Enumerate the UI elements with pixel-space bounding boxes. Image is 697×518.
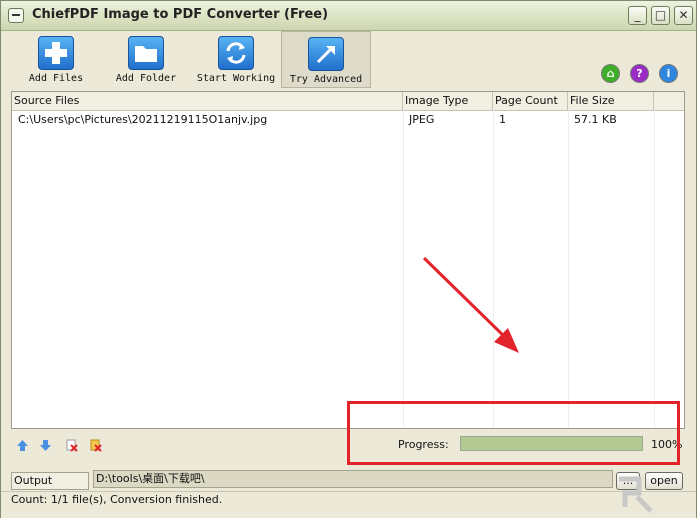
red-arrow-annotation bbox=[422, 256, 519, 353]
minimize-button[interactable]: _ bbox=[628, 6, 647, 25]
system-menu-icon[interactable] bbox=[8, 8, 24, 23]
red-highlight-box bbox=[347, 401, 680, 465]
output-folder-label: Output Folder: bbox=[11, 472, 89, 503]
move-down-icon[interactable] bbox=[39, 437, 52, 451]
start-working-button[interactable]: Start Working bbox=[191, 31, 281, 88]
clear-all-icon[interactable] bbox=[89, 437, 102, 452]
advanced-arrow-icon bbox=[308, 37, 344, 71]
window-title: ChiefPDF Image to PDF Converter (Free) bbox=[32, 7, 329, 22]
refresh-icon bbox=[218, 36, 254, 70]
home-icon[interactable]: ⌂ bbox=[601, 64, 620, 83]
add-folder-label: Add Folder bbox=[115, 73, 177, 84]
maximize-button[interactable]: □ bbox=[651, 6, 670, 25]
add-folder-button[interactable]: Add Folder bbox=[101, 31, 191, 88]
move-up-icon[interactable] bbox=[16, 437, 29, 451]
close-button[interactable]: ✕ bbox=[674, 6, 693, 25]
remove-file-icon[interactable] bbox=[65, 437, 78, 452]
folder-icon bbox=[128, 36, 164, 70]
app-window: ChiefPDF Image to PDF Converter (Free) _… bbox=[0, 0, 697, 518]
add-files-icon bbox=[38, 36, 74, 70]
output-folder-path[interactable]: D:\tools\桌面\下载吧\ bbox=[93, 470, 613, 488]
title-bar[interactable]: ChiefPDF Image to PDF Converter (Free) _… bbox=[1, 1, 696, 31]
toolbar: Add Files Add Folder Start Working Try A… bbox=[1, 31, 696, 91]
try-advanced-button[interactable]: Try Advanced bbox=[281, 31, 371, 88]
try-advanced-label: Try Advanced bbox=[289, 74, 363, 85]
start-working-label: Start Working bbox=[196, 73, 276, 84]
info-icon[interactable]: i bbox=[659, 64, 678, 83]
add-files-button[interactable]: Add Files bbox=[11, 31, 101, 88]
watermark-logo bbox=[619, 476, 653, 513]
status-text: Count: 1/1 file(s), Conversion finished. bbox=[11, 493, 223, 506]
file-list-table[interactable]: Source Files Image Type Page Count File … bbox=[11, 91, 685, 429]
add-files-label: Add Files bbox=[28, 73, 84, 84]
help-icon[interactable]: ? bbox=[630, 64, 649, 83]
